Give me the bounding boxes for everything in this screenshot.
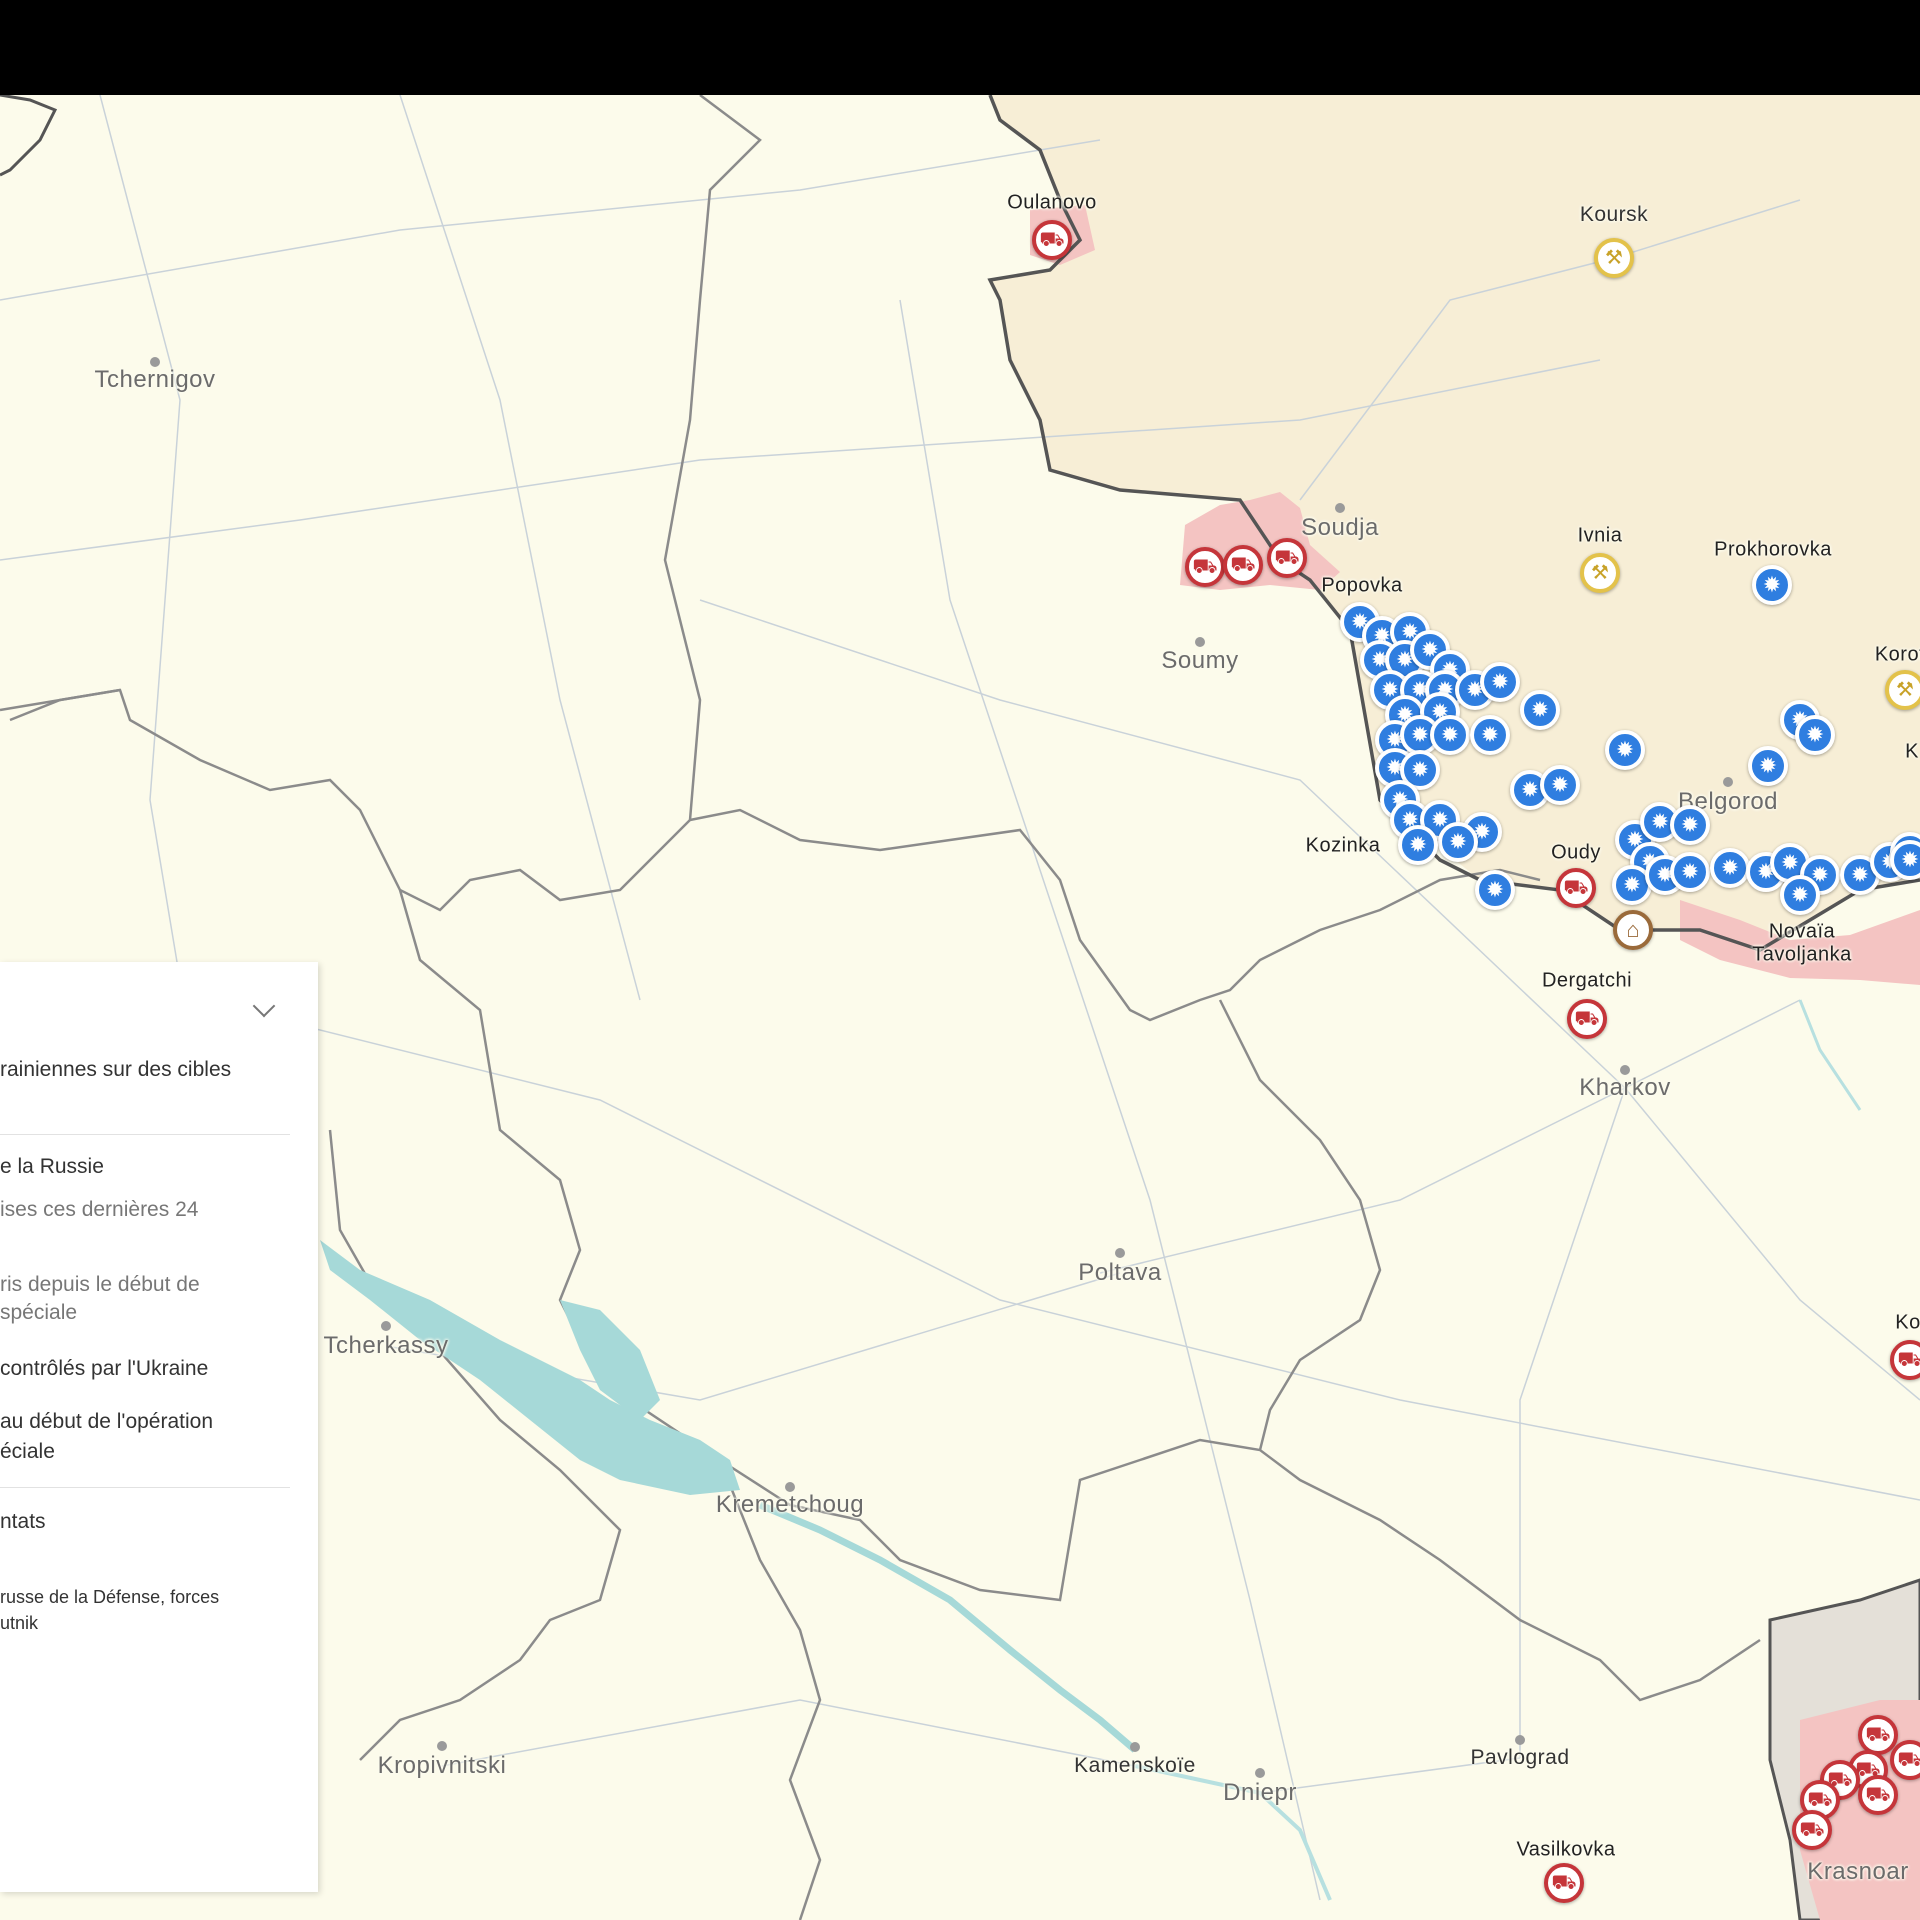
strike-marker-icon[interactable] bbox=[1480, 662, 1520, 702]
strike-marker-icon[interactable] bbox=[1540, 765, 1580, 805]
strike-marker-icon[interactable] bbox=[1475, 870, 1515, 910]
attack-marker-icon[interactable] bbox=[1223, 545, 1263, 585]
attack-marker-icon[interactable] bbox=[1556, 868, 1596, 908]
city-label-nova-a: Novaïa bbox=[1768, 920, 1836, 943]
strike-marker-icon[interactable] bbox=[1670, 852, 1710, 892]
legend-source-line1: russe de la Défense, forces bbox=[0, 1587, 220, 1607]
strike-marker-icon[interactable] bbox=[1470, 715, 1510, 755]
target-marker-icon[interactable] bbox=[1885, 670, 1920, 710]
city-label-krasnoar: Krasnoar bbox=[1807, 1858, 1909, 1885]
strike-marker-icon[interactable] bbox=[1605, 730, 1645, 770]
chevron-down-icon[interactable] bbox=[252, 994, 276, 1018]
strike-marker-icon[interactable] bbox=[1520, 690, 1560, 730]
strike-marker-icon[interactable] bbox=[1670, 805, 1710, 845]
attack-marker-icon[interactable] bbox=[1032, 220, 1072, 260]
city-label-tcherkassy: Tcherkassy bbox=[323, 1332, 449, 1359]
city-label-ivnia: Ivnia bbox=[1577, 524, 1623, 547]
city-label-prokhorovka: Prokhorovka bbox=[1714, 538, 1832, 561]
legend-item-russia: e la Russie bbox=[0, 1155, 104, 1178]
legend-item-start-line1: au début de l'opération bbox=[0, 1410, 214, 1433]
city-label-kremetchoug: Kremetchoug bbox=[715, 1491, 865, 1518]
city-label-vasilkovka: Vasilkovka bbox=[1516, 1838, 1616, 1861]
legend-source-line2: utnik bbox=[0, 1613, 39, 1633]
attack-marker-icon[interactable] bbox=[1185, 547, 1225, 587]
strike-marker-icon[interactable] bbox=[1780, 875, 1820, 915]
city-label-soudja: Soudja bbox=[1301, 514, 1379, 541]
strike-marker-icon[interactable] bbox=[1710, 848, 1750, 888]
attack-marker-icon[interactable] bbox=[1567, 999, 1607, 1039]
city-label-kozinka: Kozinka bbox=[1305, 834, 1381, 857]
city-label-ko: Ko bbox=[1895, 1311, 1920, 1334]
city-label-pavlograd: Pavlograd bbox=[1470, 1746, 1570, 1769]
legend-item-attacks: ntats bbox=[0, 1510, 46, 1533]
city-label-dniepr: Dniepr bbox=[1223, 1779, 1297, 1806]
city-label-tchernigov: Tchernigov bbox=[94, 366, 216, 393]
city-label-dergatchi: Dergatchi bbox=[1541, 969, 1633, 992]
city-label-koursk: Koursk bbox=[1579, 203, 1649, 226]
legend-item-ukraine-controlled: contrôlés par l'Ukraine bbox=[0, 1357, 209, 1380]
strike-marker-icon[interactable] bbox=[1795, 715, 1835, 755]
legend-item-start-line2: éciale bbox=[0, 1440, 55, 1463]
strike-marker-icon[interactable] bbox=[1398, 825, 1438, 865]
city-label-k: K bbox=[1905, 740, 1919, 763]
strike-marker-icon[interactable] bbox=[1748, 746, 1788, 786]
city-label-oudy: Oudy bbox=[1551, 841, 1601, 864]
legend-divider bbox=[0, 1487, 290, 1488]
city-label-poltava: Poltava bbox=[1078, 1259, 1162, 1286]
attack-marker-icon[interactable] bbox=[1792, 1810, 1832, 1850]
attack-marker-icon[interactable] bbox=[1544, 1863, 1584, 1903]
legend-item-last24: ises ces dernières 24 bbox=[0, 1198, 199, 1221]
strike-marker-icon[interactable] bbox=[1752, 565, 1792, 605]
city-label-korot: Korot bbox=[1874, 643, 1920, 666]
facility-marker-icon[interactable] bbox=[1613, 910, 1653, 950]
city-label-popovka: Popovka bbox=[1321, 574, 1403, 597]
legend-item-taken-line1: ris depuis le début de bbox=[0, 1273, 200, 1296]
attack-marker-icon[interactable] bbox=[1858, 1775, 1898, 1815]
legend-divider bbox=[0, 1134, 290, 1135]
top-black-bar bbox=[0, 0, 1920, 95]
city-label-kropivnitski: Kropivnitski bbox=[377, 1752, 507, 1779]
legend-item-strikes: rainiennes sur des cibles bbox=[0, 1058, 232, 1081]
strike-marker-icon[interactable] bbox=[1438, 822, 1478, 862]
city-label-kamensko-e: Kamenskoïe bbox=[1074, 1754, 1196, 1777]
target-marker-icon[interactable] bbox=[1594, 238, 1634, 278]
legend-item-taken-line2: spéciale bbox=[0, 1301, 78, 1324]
city-label-oulanovo: Oulanovo bbox=[1007, 191, 1097, 214]
strike-marker-icon[interactable] bbox=[1430, 715, 1470, 755]
target-marker-icon[interactable] bbox=[1580, 553, 1620, 593]
city-label-tavoljanka: Tavoljanka bbox=[1752, 943, 1852, 966]
attack-marker-icon[interactable] bbox=[1267, 538, 1307, 578]
legend-panel: rainiennes sur des cibles e la Russie is… bbox=[0, 962, 318, 1892]
city-label-soumy: Soumy bbox=[1161, 647, 1239, 674]
city-label-kharkov: Kharkov bbox=[1579, 1074, 1671, 1101]
